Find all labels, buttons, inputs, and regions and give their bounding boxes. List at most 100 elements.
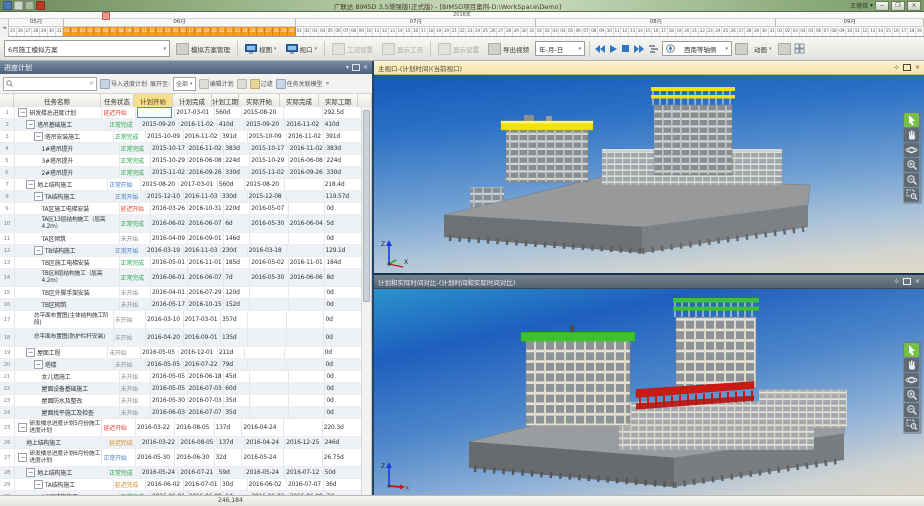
task-name-cell[interactable]: 屋面防水及整改 <box>15 395 120 406</box>
expand-collapse-icon[interactable]: − <box>34 360 43 369</box>
timeline-day-cell[interactable]: 08 <box>118 27 126 36</box>
timeline-day-cell[interactable]: 01 <box>63 27 71 36</box>
viewport-pin-icon[interactable]: ⊹ <box>894 64 899 71</box>
timeline-day-cell[interactable]: 27 <box>25 27 33 36</box>
task-name-cell[interactable]: TA区13层结构施工（层高4.2m） <box>15 215 120 232</box>
timeline-day-cell[interactable]: 11 <box>373 27 381 36</box>
table-row[interactable]: 29−TA结构施工延迟完成2016-06-022016-07-0130d2016… <box>0 479 362 491</box>
actual-start-cell[interactable] <box>250 299 288 310</box>
plan-duration-cell[interactable]: 120d <box>224 287 250 298</box>
timeline-day-cell[interactable]: 29 <box>753 27 761 36</box>
plan-duration-cell[interactable]: 330d <box>224 167 250 178</box>
actual-start-cell[interactable] <box>245 347 285 358</box>
plan-finish-cell[interactable]: 2016-07-29 <box>188 287 225 298</box>
expand-collapse-icon[interactable]: − <box>34 246 43 255</box>
row-number[interactable]: 11 <box>0 233 15 244</box>
actual-duration-cell[interactable]: 0d <box>324 359 362 370</box>
actual-duration-cell[interactable]: 0d <box>325 233 362 244</box>
plan-duration-cell[interactable]: 560d <box>215 107 243 118</box>
actual-duration-cell[interactable]: 246d <box>324 437 362 448</box>
actual-start-cell[interactable]: 2015-10-17 <box>250 143 288 154</box>
timeline-day-cell[interactable]: 02 <box>71 27 79 36</box>
pan-tool-icon[interactable] <box>904 358 919 372</box>
plan-start-cell[interactable]: 2016-03-19 <box>146 245 184 256</box>
timeline-day-cell[interactable]: 29 <box>513 27 521 36</box>
grid-column-header[interactable]: 实际完成 <box>280 94 319 107</box>
task-name-cell[interactable]: −地上结构施工 <box>15 179 108 190</box>
plan-duration-cell[interactable]: 137d <box>218 437 245 448</box>
actual-finish-cell[interactable] <box>289 299 326 310</box>
task-status-cell[interactable]: 未开始 <box>120 383 151 394</box>
plan-duration-cell[interactable]: 383d <box>224 143 250 154</box>
row-number[interactable]: 9 <box>0 203 15 214</box>
toolbar-overflow-icon[interactable]: » <box>326 80 330 87</box>
timeline-day-cell[interactable]: 02 <box>544 27 552 36</box>
table-row[interactable]: 20−塔楼未开始2016-05-052016-07-2279d0d <box>0 359 362 371</box>
expand-to-select[interactable]: 全部▾ <box>173 77 196 91</box>
filter-button[interactable]: 过滤 <box>250 79 273 89</box>
actual-finish-cell[interactable]: 2016-12-25 <box>285 437 323 448</box>
timeline-day-cell[interactable]: 15 <box>645 27 653 36</box>
plan-start-cell[interactable]: 2015-10-17 <box>151 143 188 154</box>
timeline-day-cell[interactable]: 04 <box>559 27 567 36</box>
actual-start-cell[interactable]: 2016-05-02 <box>250 257 288 268</box>
timeline-day-cell[interactable]: 23 <box>466 27 474 36</box>
timeline-day-cell[interactable]: 09 <box>838 27 846 36</box>
plan-finish-cell[interactable]: 2016-10-15 <box>188 299 225 310</box>
search-box[interactable]: × <box>3 77 97 91</box>
actual-finish-cell[interactable] <box>289 383 326 394</box>
timeline-day-cell[interactable]: 03 <box>79 27 87 36</box>
panel-close-icon[interactable]: × <box>363 64 368 71</box>
timeline-day-cell[interactable]: 26 <box>17 27 25 36</box>
panel-pin-icon[interactable]: ▾ <box>346 64 349 71</box>
plan-finish-cell[interactable]: 2016-11-02 <box>188 143 225 154</box>
task-status-cell[interactable]: 延迟开始 <box>102 107 136 118</box>
grid-column-header[interactable]: 任务名称 <box>14 94 101 107</box>
timeline-day-cell[interactable]: 24 <box>474 27 482 36</box>
timeline-day-cell[interactable]: 08 <box>831 27 839 36</box>
task-status-cell[interactable]: 正常开始 <box>114 191 146 202</box>
task-name-cell[interactable]: TB区施工电梯安装 <box>15 257 120 268</box>
show-condition-button[interactable]: 显示工况 <box>379 41 426 57</box>
expand-collapse-icon[interactable]: − <box>26 468 35 477</box>
timeline-day-cell[interactable]: 23 <box>234 27 242 36</box>
task-status-cell[interactable]: 正常完成 <box>120 215 151 232</box>
actual-duration-cell[interactable]: 184d <box>325 257 362 268</box>
task-status-cell[interactable]: 正常开始 <box>114 245 146 256</box>
task-name-cell[interactable]: TB区砌筑 <box>15 299 120 310</box>
plan-finish-cell[interactable]: 2017-03-01 <box>179 179 217 190</box>
plan-duration-cell[interactable]: 45d <box>224 371 250 382</box>
timeline-day-cell[interactable]: 25 <box>9 27 17 36</box>
plan-start-cell[interactable]: 2016-03-22 <box>141 437 179 448</box>
actual-start-cell[interactable]: 2015-10-09 <box>248 131 287 142</box>
actual-finish-cell[interactable] <box>287 359 325 370</box>
timeline-day-cell[interactable]: 26 <box>490 27 498 36</box>
task-status-cell[interactable]: 未开始 <box>120 371 151 382</box>
plan-finish-cell[interactable]: 2016-11-01 <box>188 257 225 268</box>
table-row[interactable]: 27−研发楼总进度计划6月份施工进度计划正常开始2016-05-302016-0… <box>0 449 362 467</box>
actual-duration-cell[interactable]: 8d <box>325 269 362 286</box>
timeline-day-cell[interactable]: 13 <box>629 27 637 36</box>
grid-column-header[interactable]: 计划开始 <box>134 94 173 107</box>
timeline-day-cell[interactable]: 13 <box>389 27 397 36</box>
plan-start-cell[interactable]: 2016-04-01 <box>151 287 188 298</box>
actual-start-cell[interactable] <box>250 383 288 394</box>
plan-duration-cell[interactable]: 30d <box>221 479 248 490</box>
grid-column-header[interactable]: 计划完成 <box>173 94 212 107</box>
actual-duration-cell[interactable]: 5d <box>325 215 362 232</box>
task-status-cell[interactable]: 未开始 <box>108 347 141 358</box>
actual-finish-cell[interactable]: 2016-09-26 <box>289 167 326 178</box>
task-status-cell[interactable]: 未开始 <box>120 233 151 244</box>
timeline-day-cell[interactable]: 18 <box>908 27 916 36</box>
timeline-day-cell[interactable]: 10 <box>133 27 141 36</box>
table-row[interactable]: 22屋面设备基础施工未开始2016-05-052016-07-0360d0d <box>0 383 362 395</box>
viewport-float-icon[interactable] <box>903 278 911 285</box>
actual-finish-cell[interactable] <box>289 287 326 298</box>
gantt-settings-icon[interactable] <box>648 44 659 54</box>
actual-start-cell[interactable]: 2015-11-02 <box>250 167 288 178</box>
timeline-day-cell[interactable]: 29 <box>40 27 48 36</box>
task-name-cell[interactable]: TB区8层结构施工（层高4.2m） <box>15 269 120 286</box>
actual-start-cell[interactable]: 2016-05-30 <box>250 269 288 286</box>
plan-start-cell[interactable] <box>136 107 175 118</box>
plan-start-cell[interactable]: 2016-06-03 <box>151 407 188 418</box>
